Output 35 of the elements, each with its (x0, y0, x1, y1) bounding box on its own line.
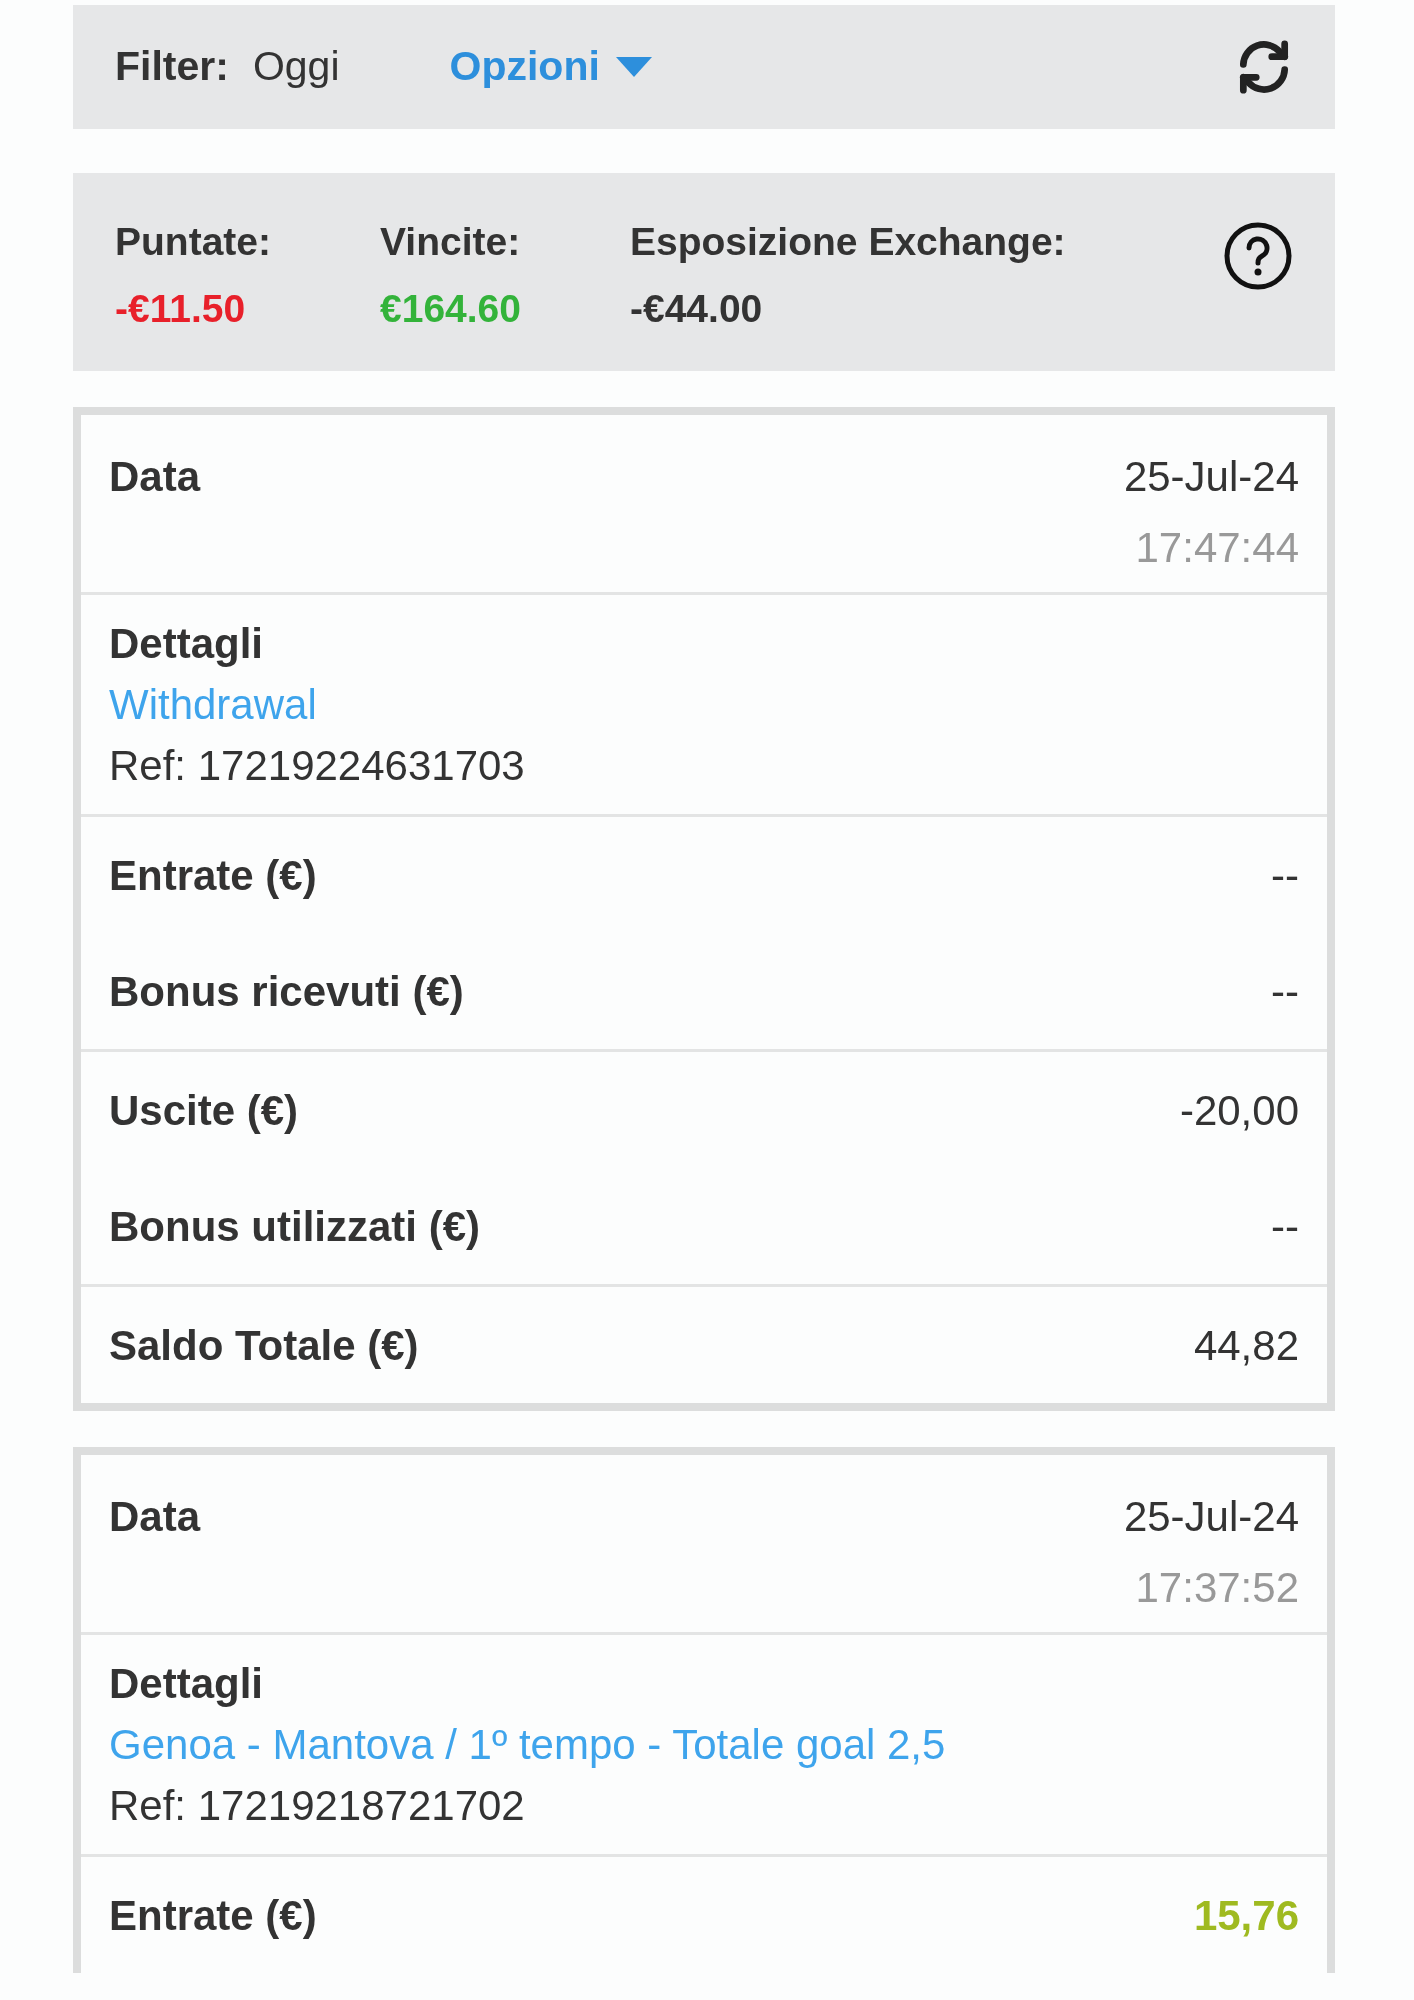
field-value: -- (1271, 850, 1299, 901)
time-text: 17:47:44 (1134, 523, 1299, 573)
summary-value: €164.60 (380, 285, 522, 332)
field-label: Entrate (€) (109, 850, 317, 901)
field-label: Uscite (€) (109, 1085, 299, 1136)
details-link[interactable]: Genoa - Mantova / 1º tempo - Totale goal 2,5 (109, 1714, 1299, 1775)
field-label: Saldo Totale (€) (109, 1320, 419, 1371)
field-label: Bonus utilizzati (€) (109, 1201, 480, 1252)
summary-label: Esposizione Exchange: (630, 219, 1066, 265)
summary-label: Vincite: (380, 219, 522, 265)
summary-value: -€11.50 (115, 285, 247, 332)
caret-icon (615, 57, 652, 77)
reference-text: Ref: 17219224631703 (109, 741, 526, 791)
time-text: 17:37:52 (1134, 1563, 1299, 1613)
field-value: -- (1271, 1201, 1299, 1252)
summary-label: Puntate: (115, 219, 272, 265)
field-label: Data (109, 452, 201, 502)
filter-label: Filter: (115, 42, 229, 92)
date-text: 25-Jul-24 (1123, 452, 1299, 502)
field-label: Dettagli (109, 1659, 264, 1709)
details-link[interactable]: Withdrawal (109, 674, 1299, 735)
summary-value: -€44.00 (630, 285, 764, 332)
date-text: 25-Jul-24 (1123, 1492, 1299, 1542)
options-dropdown[interactable]: Opzioni (449, 36, 652, 98)
filter-value: Oggi (252, 42, 340, 92)
field-label: Dettagli (109, 619, 264, 669)
field-label: Bonus ricevuti (€) (109, 966, 464, 1017)
field-value: -20,00 (1179, 1085, 1299, 1136)
reference-text: Ref: 17219218721702 (109, 1781, 526, 1831)
field-value: -- (1271, 966, 1299, 1017)
field-value: 44,82 (1193, 1320, 1299, 1371)
field-label: Entrate (€) (109, 1890, 317, 1941)
field-label: Data (109, 1492, 201, 1542)
field-value: 15,76 (1193, 1890, 1299, 1941)
help-icon[interactable] (1223, 221, 1293, 291)
